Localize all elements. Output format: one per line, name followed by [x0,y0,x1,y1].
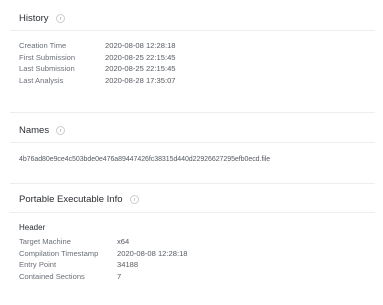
pe-row: Entry Point 34188 [19,259,188,271]
history-value: 2020-08-28 17:35:07 [105,75,176,85]
history-row: Last Analysis 2020-08-28 17:35:07 [19,75,176,87]
info-circle-icon[interactable] [55,14,65,23]
pe-row: Target Machine x64 [19,236,188,248]
pe-value: x64 [117,237,130,246]
pe-value: 2020-08-08 12:28:18 [117,248,188,258]
info-circle-icon[interactable] [129,195,139,204]
pe-key: Contained Sections [19,271,85,281]
history-value: 2020-08-08 12:28:18 [105,41,176,50]
history-row: First Submission 2020-08-25 22:15:45 [19,52,176,64]
names-section-title: Names [19,125,66,136]
pe-key: Entry Point [19,260,57,269]
history-table: Creation Time 2020-08-08 12:28:18 First … [19,40,176,86]
info-circle-icon[interactable] [56,126,66,135]
pe-key: Compilation Timestamp [19,248,99,258]
pe-divider [10,212,375,213]
pe-value: 34188 [117,260,139,269]
history-value: 2020-08-25 22:15:45 [105,64,176,73]
history-row: Last Submission 2020-08-25 22:15:45 [19,63,176,75]
pe-key: Target Machine [19,237,71,246]
history-row: Creation Time 2020-08-08 12:28:18 [19,40,176,52]
names-title: Names [19,125,50,136]
history-divider [10,30,375,31]
history-key: First Submission [19,52,76,62]
file-name: 4b76ad80e9ce4c503bde0e476a89447426fc3831… [19,156,271,163]
history-key: Last Analysis [19,75,64,85]
pe-value: 7 [117,271,122,281]
pe-row: Compilation Timestamp 2020-08-08 12:28:1… [19,248,188,260]
pe-header-table: Target Machine x64 Compilation Timestamp… [19,236,188,282]
history-section-title: History [19,13,65,24]
history-key: Last Submission [19,64,75,73]
names-divider [10,142,375,143]
pe-header-title: Header [19,223,46,232]
pe-title: Portable Executable Info [19,194,123,205]
history-title: History [19,13,49,24]
section-divider [10,183,375,184]
section-divider [10,112,375,113]
history-key: Creation Time [19,41,67,50]
pe-row: Contained Sections 7 [19,271,188,283]
history-value: 2020-08-25 22:15:45 [105,52,176,62]
pe-section-title: Portable Executable Info [19,194,139,205]
